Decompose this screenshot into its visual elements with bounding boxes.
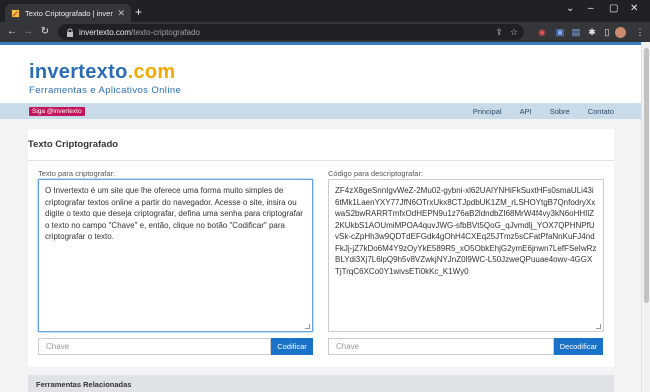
nav-link-contato[interactable]: Contato <box>588 107 614 116</box>
page-favicon-icon <box>11 9 20 17</box>
site-navbar: Siga @invertexto Principal API Sobre Con… <box>0 103 641 119</box>
site-tagline: Ferramentas e Aplicativos Online <box>29 85 182 96</box>
resize-handle-icon[interactable] <box>305 324 310 329</box>
lock-icon <box>67 28 73 37</box>
extension-icon[interactable]: ▣ <box>553 25 567 39</box>
follow-instagram-badge[interactable]: Siga @invertexto <box>29 107 85 116</box>
profile-avatar[interactable] <box>615 27 626 38</box>
encode-button[interactable]: Codificar <box>271 338 313 355</box>
plaintext-value: O Invertexto é um site que lhe oferece u… <box>45 186 303 241</box>
forward-icon[interactable]: → <box>20 26 36 37</box>
nav-link-sobre[interactable]: Sobre <box>550 107 570 116</box>
page-viewport: invertexto.com Ferramentas e Aplicativos… <box>0 42 650 392</box>
browser-toolbar: ← → ↻ invertexto.com/texto-criptografado… <box>0 22 650 42</box>
divider <box>28 160 614 161</box>
address-bar[interactable]: invertexto.com/texto-criptografado ⇪ ☆ <box>58 24 524 40</box>
share-icon[interactable]: ⇪ <box>495 27 503 38</box>
pocket-extension-icon[interactable]: ◉ <box>535 25 549 39</box>
plaintext-label: Texto para criptografar: <box>38 169 116 178</box>
maximize-icon[interactable]: ▢ <box>609 3 618 14</box>
window-close-icon[interactable]: ✕ <box>630 3 638 14</box>
page-title: Texto Criptografado <box>28 139 119 150</box>
minimize-icon[interactable]: – <box>588 3 594 14</box>
site-header: invertexto.com Ferramentas e Aplicativos… <box>0 45 641 103</box>
back-icon[interactable]: ← <box>4 26 20 37</box>
browser-tabstrip: Texto Criptografado | invertexto.c ✕ + ⌄… <box>0 0 650 22</box>
extensions-puzzle-icon[interactable]: ✱ <box>585 25 599 39</box>
nav-link-api[interactable]: API <box>520 107 532 116</box>
decode-button[interactable]: Decodificar <box>554 338 603 355</box>
encode-key-input[interactable]: Chave <box>38 338 271 355</box>
ciphertext-label: Código para descriptografar: <box>328 169 424 178</box>
tab-close-icon[interactable]: ✕ <box>117 8 125 19</box>
browser-tab[interactable]: Texto Criptografado | invertexto.c ✕ <box>5 4 131 22</box>
related-tools-title: Ferramentas Relacionadas <box>36 380 132 389</box>
nav-link-principal[interactable]: Principal <box>473 107 502 116</box>
new-tab-icon[interactable]: + <box>135 5 142 19</box>
ciphertext-value: ZF4zX8geSnnIgvWeZ-2Mu02-gybni-xl62UAIYNH… <box>335 186 597 276</box>
related-tools-card: Ferramentas Relacionadas <box>28 375 614 392</box>
scrollbar-thumb[interactable] <box>644 48 649 303</box>
url-path: /texto-criptografado <box>131 27 200 37</box>
ciphertext-textarea[interactable]: ZF4zX8geSnnIgvWeZ-2Mu02-gybni-xl62UAIYNH… <box>328 179 604 332</box>
url-host: invertexto.com <box>79 27 132 37</box>
logo-main: invertexto <box>29 61 128 83</box>
resize-handle-icon[interactable] <box>596 324 601 329</box>
tool-card: Texto Criptografado Texto para criptogra… <box>28 129 614 367</box>
bookmark-star-icon[interactable]: ☆ <box>510 27 518 38</box>
decode-key-input[interactable]: Chave <box>328 338 554 355</box>
page-scrollbar[interactable] <box>641 42 650 392</box>
tab-search-icon[interactable]: ⌄ <box>566 3 574 14</box>
side-panel-icon[interactable]: ▯ <box>600 25 614 39</box>
reload-icon[interactable]: ↻ <box>37 26 53 37</box>
logo-tld: .com <box>127 61 176 83</box>
site-logo[interactable]: invertexto.com <box>29 61 175 84</box>
translate-extension-icon[interactable]: ▤ <box>569 25 583 39</box>
tab-title: Texto Criptografado | invertexto.c <box>25 8 114 18</box>
browser-menu-icon[interactable]: ⋮ <box>633 25 647 39</box>
plaintext-textarea[interactable]: O Invertexto é um site que lhe oferece u… <box>38 179 313 332</box>
